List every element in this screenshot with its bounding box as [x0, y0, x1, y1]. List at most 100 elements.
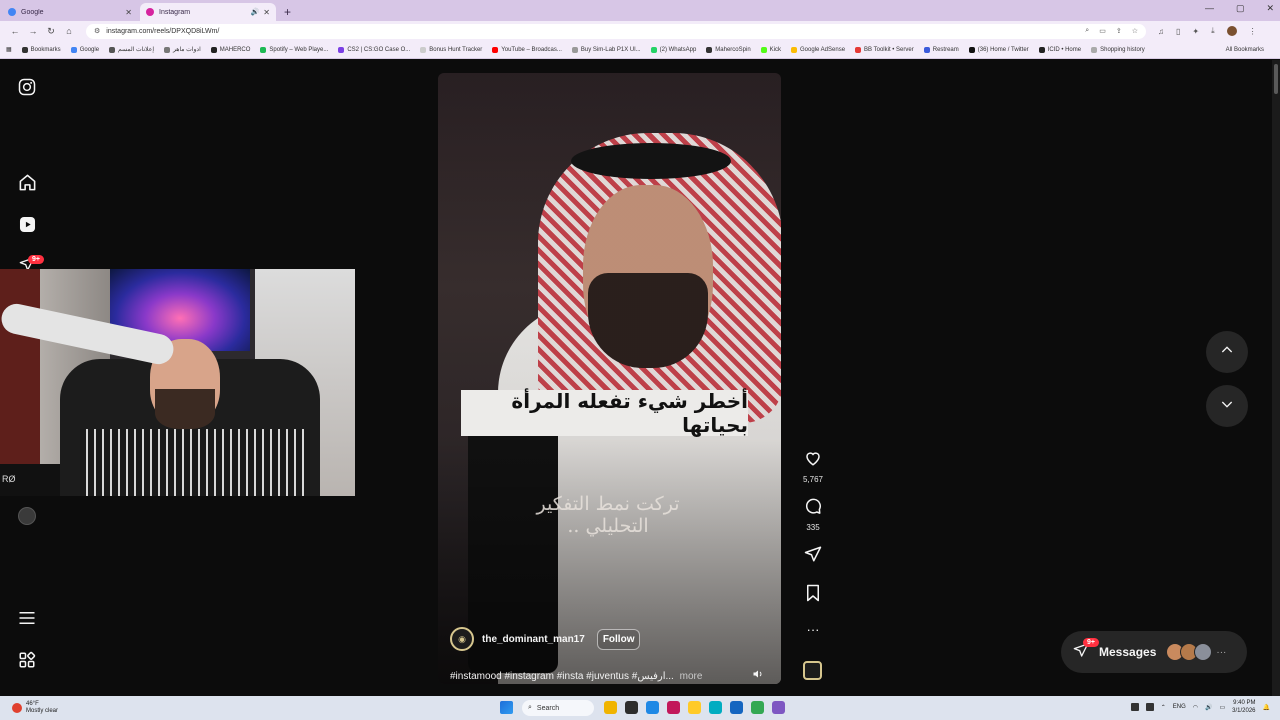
apps-grid-icon[interactable]: ▦ [6, 46, 12, 53]
bookmark-item[interactable]: MAHERCO [210, 46, 250, 53]
maximize-button[interactable]: ▢ [1236, 3, 1245, 14]
taskbar-app-icon[interactable] [688, 701, 701, 714]
bookmark-star-icon[interactable]: ☆ [1132, 27, 1138, 35]
comment-icon[interactable] [804, 497, 822, 520]
zoom-icon[interactable]: ⌕ [1085, 27, 1089, 35]
wifi-icon[interactable]: ◠ [1193, 704, 1198, 711]
taskbar-app-icon[interactable] [751, 701, 764, 714]
close-tab-icon[interactable]: ✕ [263, 8, 270, 17]
taskbar-app-icon[interactable] [625, 701, 638, 714]
bookmark-item[interactable]: إعلانات المسم [109, 46, 154, 53]
speaker-icon[interactable]: 🔊 [1205, 704, 1212, 711]
taskbar-app-icon[interactable] [667, 701, 680, 714]
clock-date: 3/1/2026 [1232, 708, 1256, 714]
bookmark-item[interactable]: Kick [760, 46, 781, 53]
profile-avatar[interactable] [1226, 26, 1237, 36]
bookmark-item[interactable]: CS2 | CS:GO Case O... [338, 46, 410, 53]
bookmark-item[interactable]: Restream [923, 46, 959, 53]
also-from-meta-icon[interactable] [17, 650, 37, 670]
instagram-favicon-icon [146, 8, 154, 16]
previous-reel-button[interactable] [1206, 331, 1248, 373]
author-username[interactable]: the_dominant_man17 [482, 634, 585, 645]
bookmark-item[interactable]: Buy Sim-Lab P1X Ul... [571, 46, 641, 53]
home-icon[interactable]: ⌂ [60, 26, 78, 36]
tab-instagram[interactable]: Instagram 🔊 ✕ [140, 3, 276, 21]
cast-icon[interactable]: ▭ [1099, 27, 1106, 35]
tray-app-icon[interactable] [1145, 703, 1154, 711]
bookmark-item[interactable]: Bonus Hunt Tracker [420, 46, 483, 53]
bookmark-item[interactable]: (2) WhatsApp [650, 46, 696, 53]
weather-widget[interactable]: 46°F Mostly clear [12, 701, 58, 715]
instagram-logo-icon[interactable] [17, 77, 37, 97]
minimize-button[interactable]: — [1205, 3, 1214, 14]
bookmark-item[interactable]: MahercoSpin [706, 46, 751, 53]
tray-app-icon[interactable] [1130, 703, 1139, 711]
messages-button[interactable]: 9+ Messages ··· [1061, 631, 1247, 673]
page-scrollbar[interactable] [1272, 60, 1280, 696]
new-tab-button[interactable]: + [284, 5, 291, 19]
menu-kebab-icon[interactable]: ⋮ [1249, 27, 1257, 36]
back-arrow-icon[interactable]: ← [6, 26, 24, 36]
tab-google[interactable]: Google ✕ [2, 3, 138, 21]
author-avatar[interactable]: ◉ [450, 627, 474, 651]
bookmark-item[interactable]: (36) Home / Twitter [968, 46, 1029, 53]
forward-arrow-icon[interactable]: → [24, 26, 42, 36]
site-info-icon[interactable]: ⚙ [94, 27, 100, 35]
media-control-icon[interactable]: ♫ [1158, 27, 1164, 36]
close-window-button[interactable]: ✕ [1266, 3, 1274, 14]
hashtags-text[interactable]: #instamood #instagram #insta #juventus #… [450, 671, 674, 682]
language-indicator[interactable]: ENG [1173, 704, 1186, 710]
reels-icon[interactable] [17, 214, 37, 234]
battery-icon[interactable]: ▭ [1219, 704, 1225, 711]
bookmark-item[interactable]: ادوات ماهر [164, 46, 201, 53]
bookmark-favicon-icon [338, 46, 345, 53]
more-link[interactable]: more [680, 671, 703, 682]
heart-icon[interactable] [804, 449, 822, 472]
all-bookmarks-button[interactable]: All Bookmarks [1226, 47, 1264, 53]
chevron-up-icon[interactable]: ⌃ [1161, 704, 1166, 711]
volume-icon[interactable] [752, 667, 766, 681]
taskbar-app-icon[interactable] [709, 701, 722, 714]
clock[interactable]: 9:40 PM 3/1/2026 [1232, 699, 1255, 715]
extensions-icon[interactable]: ✦ [1192, 27, 1199, 36]
window-controls: — ▢ ✕ [1205, 3, 1274, 14]
bookmark-favicon-icon [164, 46, 170, 53]
home-icon[interactable] [17, 172, 37, 192]
taskbar-app-icon[interactable] [772, 701, 785, 714]
reload-icon[interactable]: ↻ [42, 26, 60, 37]
taskbar-app-icon[interactable] [730, 701, 743, 714]
download-icon[interactable]: ⤓ [1211, 26, 1215, 36]
bookmark-item[interactable]: YouTube – Broadcas... [492, 46, 562, 53]
reel-video[interactable]: أخطر شيء تفعله المرأة بحياتها تركت نمط ا… [438, 73, 781, 684]
sidepanel-icon[interactable]: ▯ [1176, 27, 1180, 36]
taskbar-search[interactable]: ⌕ Search [522, 700, 594, 716]
bookmark-label: Bonus Hunt Tracker [429, 46, 483, 53]
taskbar-app-icon[interactable] [604, 701, 617, 714]
weather-desc: Mostly clear [26, 708, 59, 714]
scrollbar-thumb[interactable] [1274, 64, 1278, 94]
audio-avatar[interactable] [803, 661, 822, 680]
bookmark-item[interactable]: Google [70, 46, 99, 53]
taskbar-app-icon[interactable] [646, 701, 659, 714]
bookmark-item[interactable]: Google AdSense [791, 46, 845, 53]
hamburger-menu-icon[interactable] [17, 608, 37, 628]
share-send-icon[interactable] [804, 545, 822, 568]
audio-playing-icon[interactable]: 🔊 [251, 8, 260, 16]
close-tab-icon[interactable]: ✕ [125, 8, 132, 17]
bookmark-item[interactable]: Bookmarks [21, 46, 61, 53]
profile-avatar[interactable] [18, 507, 36, 525]
bookmark-item[interactable]: ICID • Home [1038, 46, 1081, 53]
bookmark-item[interactable]: Shopping history [1091, 46, 1145, 53]
search-icon: ⌕ [528, 704, 532, 711]
address-bar[interactable]: ⚙ instagram.com/reels/DPXQD8iLWm/ ⌕ ▭ ⇪ … [86, 23, 1146, 39]
next-reel-button[interactable] [1206, 385, 1248, 427]
notification-bell-icon[interactable]: 🔔 [1263, 704, 1270, 711]
bookmark-favicon-icon [21, 46, 28, 53]
bookmark-icon[interactable] [805, 584, 821, 607]
windows-start-icon[interactable] [500, 701, 513, 714]
follow-button[interactable]: Follow [596, 628, 641, 650]
share-icon[interactable]: ⇪ [1116, 27, 1122, 35]
more-dots-icon[interactable]: ··· [807, 622, 820, 637]
bookmark-item[interactable]: Spotify – Web Playe... [260, 46, 328, 53]
bookmark-item[interactable]: BB Toolkit • Server [855, 46, 914, 53]
